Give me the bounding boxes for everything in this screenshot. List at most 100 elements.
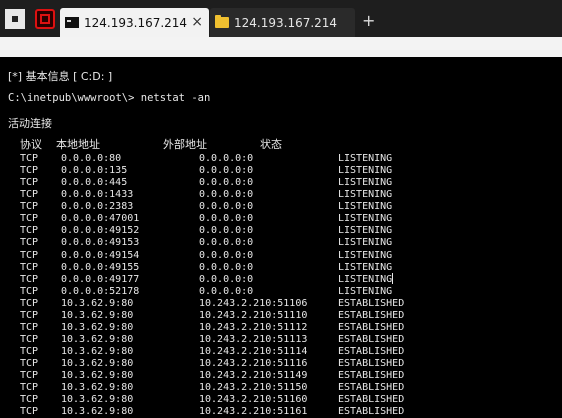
cell-state: LISTENING — [338, 261, 393, 273]
command-line: C:\inetpub\wwwroot\> netstat -an — [8, 92, 211, 104]
window-icon[interactable] — [5, 9, 25, 29]
close-icon[interactable]: × — [191, 14, 203, 30]
cell-foreign: 0.0.0.0:0 — [199, 249, 254, 261]
folder-icon — [215, 15, 229, 28]
cell-foreign: 0.0.0.0:0 — [199, 261, 254, 273]
cell-local: 10.3.62.9:80 — [61, 297, 134, 309]
cell-foreign: 0.0.0.0:0 — [199, 225, 254, 237]
cell-state: LISTENING — [338, 153, 393, 164]
header-local: 本地地址 — [56, 138, 100, 151]
cell-foreign: 0.0.0.0:0 — [199, 285, 254, 297]
cell-proto: TCP — [20, 358, 39, 370]
cell-state: ESTABLISHED — [338, 394, 405, 406]
cell-state: LISTENING — [338, 189, 393, 201]
cell-proto: TCP — [20, 285, 39, 297]
cell-proto: TCP — [20, 346, 39, 358]
cell-proto: TCP — [20, 394, 39, 406]
tab-file-manager[interactable]: 124.193.167.214 — [210, 8, 355, 37]
cell-foreign: 0.0.0.0:0 — [199, 273, 254, 285]
cell-foreign: 10.243.2.210:51110 — [199, 309, 308, 321]
cell-foreign: 0.0.0.0:0 — [199, 213, 254, 225]
cell-state: LISTENING — [338, 249, 393, 261]
cell-local: 10.3.62.9:80 — [61, 394, 134, 406]
cell-proto: TCP — [20, 237, 39, 249]
cell-foreign: 10.243.2.210:51106 — [199, 297, 308, 309]
cell-proto: TCP — [20, 225, 39, 237]
tab-terminal[interactable]: 124.193.167.214 × — [60, 8, 209, 37]
cell-local: 0.0.0.0:49154 — [61, 249, 140, 261]
cell-local: 10.3.62.9:80 — [61, 406, 134, 418]
cell-foreign: 0.0.0.0:0 — [199, 153, 254, 164]
cell-proto: TCP — [20, 334, 39, 346]
cell-local: 0.0.0.0:49155 — [61, 261, 140, 273]
cell-proto: TCP — [20, 370, 39, 382]
cell-foreign: 10.243.2.210:51116 — [199, 358, 308, 370]
cell-local: 10.3.62.9:80 — [61, 358, 134, 370]
cell-foreign: 10.243.2.210:51161 — [199, 406, 308, 418]
cell-proto: TCP — [20, 165, 39, 177]
new-tab-button[interactable]: + — [362, 13, 375, 29]
cell-state: LISTENING — [338, 201, 393, 213]
cell-proto: TCP — [20, 309, 39, 321]
cell-local: 0.0.0.0:135 — [61, 165, 128, 177]
cell-proto: TCP — [20, 153, 39, 164]
cell-local: 10.3.62.9:80 — [61, 334, 134, 346]
cell-proto: TCP — [20, 213, 39, 225]
section-title: 活动连接 — [8, 117, 52, 130]
cell-local: 10.3.62.9:80 — [61, 309, 134, 321]
cell-local: 0.0.0.0:49177 — [61, 273, 140, 285]
cell-local: 0.0.0.0:47001 — [61, 213, 140, 225]
cell-proto: TCP — [20, 177, 39, 189]
cell-local: 0.0.0.0:445 — [61, 177, 128, 189]
cell-state: ESTABLISHED — [338, 297, 405, 309]
cell-state: ESTABLISHED — [338, 334, 405, 346]
cell-local: 0.0.0.0:1433 — [61, 189, 134, 201]
tab-label: 124.193.167.214 — [234, 15, 338, 30]
cell-foreign: 0.0.0.0:0 — [199, 237, 254, 249]
cell-proto: TCP — [20, 249, 39, 261]
cell-local: 10.3.62.9:80 — [61, 346, 134, 358]
cell-state: ESTABLISHED — [338, 382, 405, 394]
terminal-output[interactable]: [*] 基本信息 [ C:D: ] C:\inetpub\wwwroot\> n… — [0, 57, 562, 418]
cell-foreign: 10.243.2.210:51150 — [199, 382, 308, 394]
table-header: 协议 本地地址 外部地址 状态 — [0, 139, 282, 151]
cell-state: LISTENING — [338, 165, 393, 177]
cell-local: 0.0.0.0:49152 — [61, 225, 140, 237]
cell-foreign: 10.243.2.210:51114 — [199, 346, 308, 358]
cell-local: 10.3.62.9:80 — [61, 321, 134, 333]
cell-state: ESTABLISHED — [338, 346, 405, 358]
header-foreign: 外部地址 — [163, 138, 207, 151]
cell-foreign: 0.0.0.0:0 — [199, 189, 254, 201]
record-stop-icon[interactable] — [35, 9, 55, 29]
tab-label: 124.193.167.214 — [84, 15, 188, 30]
cell-state: LISTENING — [338, 177, 393, 189]
cell-state: LISTENING — [338, 237, 393, 249]
cell-state: LISTENING — [338, 225, 393, 237]
header-state: 状态 — [260, 138, 282, 151]
cell-proto: TCP — [20, 321, 39, 333]
cell-foreign: 0.0.0.0:0 — [199, 201, 254, 213]
cell-state: LISTENING — [338, 285, 393, 297]
cell-state: ESTABLISHED — [338, 406, 405, 418]
cell-local: 0.0.0.0:2383 — [61, 201, 134, 213]
cell-proto: TCP — [20, 261, 39, 273]
cell-state: LISTENING — [338, 213, 393, 225]
cell-state: ESTABLISHED — [338, 309, 405, 321]
cell-proto: TCP — [20, 273, 39, 285]
cell-local: 10.3.62.9:80 — [61, 370, 134, 382]
cell-foreign: 10.243.2.210:51113 — [199, 334, 308, 346]
cell-state: ESTABLISHED — [338, 370, 405, 382]
cell-state: LISTENING — [338, 273, 393, 285]
cell-state: ESTABLISHED — [338, 321, 405, 333]
text-cursor — [392, 273, 393, 284]
cell-proto: TCP — [20, 297, 39, 309]
cell-local: 0.0.0.0:52178 — [61, 285, 140, 297]
cell-foreign: 10.243.2.210:51160 — [199, 394, 308, 406]
cell-proto: TCP — [20, 382, 39, 394]
cell-proto: TCP — [20, 406, 39, 418]
cell-local: 0.0.0.0:80 — [61, 153, 122, 164]
terminal-icon — [65, 17, 79, 28]
header-proto: 协议 — [20, 138, 42, 151]
cell-foreign: 10.243.2.210:51149 — [199, 370, 308, 382]
cell-state: ESTABLISHED — [338, 358, 405, 370]
